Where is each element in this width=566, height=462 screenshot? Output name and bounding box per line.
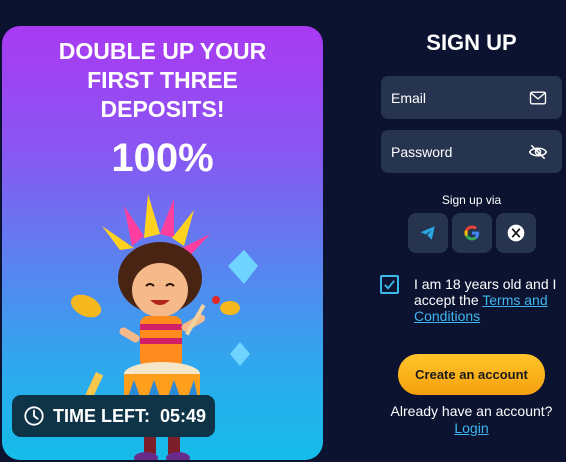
login-link[interactable]: Login xyxy=(454,420,488,436)
promo-card: DOUBLE UP YOUR FIRST THREE DEPOSITS! 100… xyxy=(2,26,323,460)
email-field[interactable]: Email xyxy=(381,76,562,119)
telegram-icon xyxy=(420,226,435,240)
telegram-button[interactable] xyxy=(408,213,448,253)
eye-off-icon[interactable] xyxy=(528,142,548,162)
already-have-account-text: Already have an account? xyxy=(390,403,553,419)
envelope-icon xyxy=(529,91,547,104)
clock-icon xyxy=(24,406,44,426)
age-terms-checkbox[interactable] xyxy=(380,275,399,294)
google-button[interactable] xyxy=(452,213,492,253)
promo-percent: 100% xyxy=(111,136,214,180)
signup-title: SIGN UP xyxy=(426,30,517,55)
signup-via-label: Sign up via xyxy=(441,193,502,207)
time-left-value: 05:49 xyxy=(160,405,207,426)
time-left-label: TIME LEFT: xyxy=(53,405,150,426)
x-button[interactable] xyxy=(496,213,536,253)
time-left-banner: TIME LEFT: 05:49 xyxy=(12,395,215,437)
google-icon xyxy=(464,225,480,241)
password-placeholder: Password xyxy=(391,143,453,160)
promo-title: DOUBLE UP YOUR FIRST THREE DEPOSITS! xyxy=(58,38,267,122)
x-icon xyxy=(507,224,525,242)
age-terms-text: I am 18 years old and I accept the Terms… xyxy=(414,276,564,324)
create-account-button[interactable]: Create an account xyxy=(398,354,545,395)
checkmark-icon xyxy=(384,280,395,290)
login-link-wrapper: Login xyxy=(381,420,562,436)
email-placeholder: Email xyxy=(391,89,427,106)
password-field[interactable]: Password xyxy=(381,130,562,173)
